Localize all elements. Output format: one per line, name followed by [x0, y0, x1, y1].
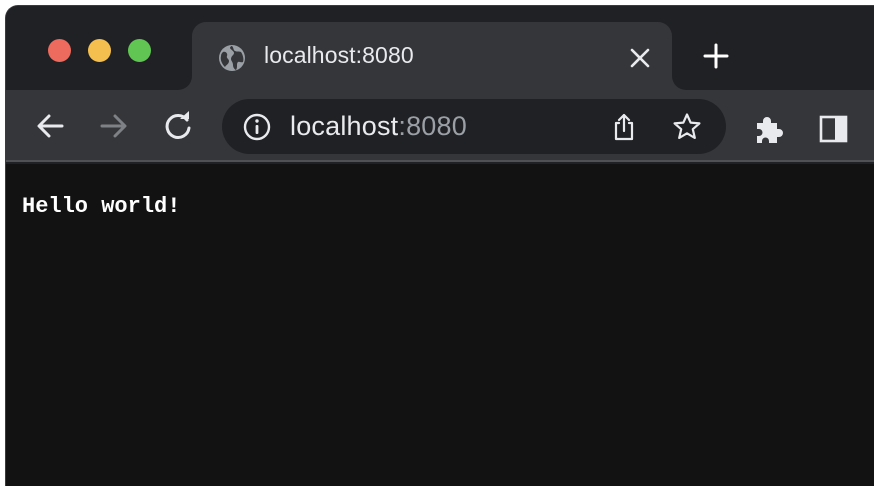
- window-maximize-button[interactable]: [128, 39, 151, 62]
- puzzle-icon[interactable]: [752, 112, 786, 146]
- tab-strip: localhost:8080: [6, 6, 874, 90]
- side-panel-icon[interactable]: [818, 114, 850, 144]
- address-bar[interactable]: localhost:8080: [222, 99, 726, 154]
- window-minimize-button[interactable]: [88, 39, 111, 62]
- globe-icon: [217, 43, 247, 73]
- page-body-text: Hello world!: [22, 194, 181, 219]
- address-bar-url[interactable]: localhost:8080: [290, 111, 467, 142]
- reload-icon[interactable]: [160, 108, 196, 144]
- browser-window: localhost:8080 localhost:8080 Hello worl…: [6, 6, 874, 486]
- url-host: localhost: [290, 111, 399, 141]
- info-icon[interactable]: [242, 112, 272, 142]
- star-icon[interactable]: [671, 111, 703, 143]
- share-icon[interactable]: [610, 112, 638, 142]
- url-port: :8080: [398, 111, 467, 141]
- window-close-button[interactable]: [48, 39, 71, 62]
- close-icon[interactable]: [626, 44, 654, 72]
- plus-icon[interactable]: [700, 40, 732, 72]
- toolbar: localhost:8080: [6, 90, 874, 162]
- arrow-left-icon[interactable]: [32, 108, 68, 144]
- tab-active[interactable]: localhost:8080: [192, 22, 672, 90]
- arrow-right-icon[interactable]: [96, 108, 132, 144]
- page-content: Hello world!: [6, 164, 874, 486]
- tab-title: localhost:8080: [264, 42, 414, 68]
